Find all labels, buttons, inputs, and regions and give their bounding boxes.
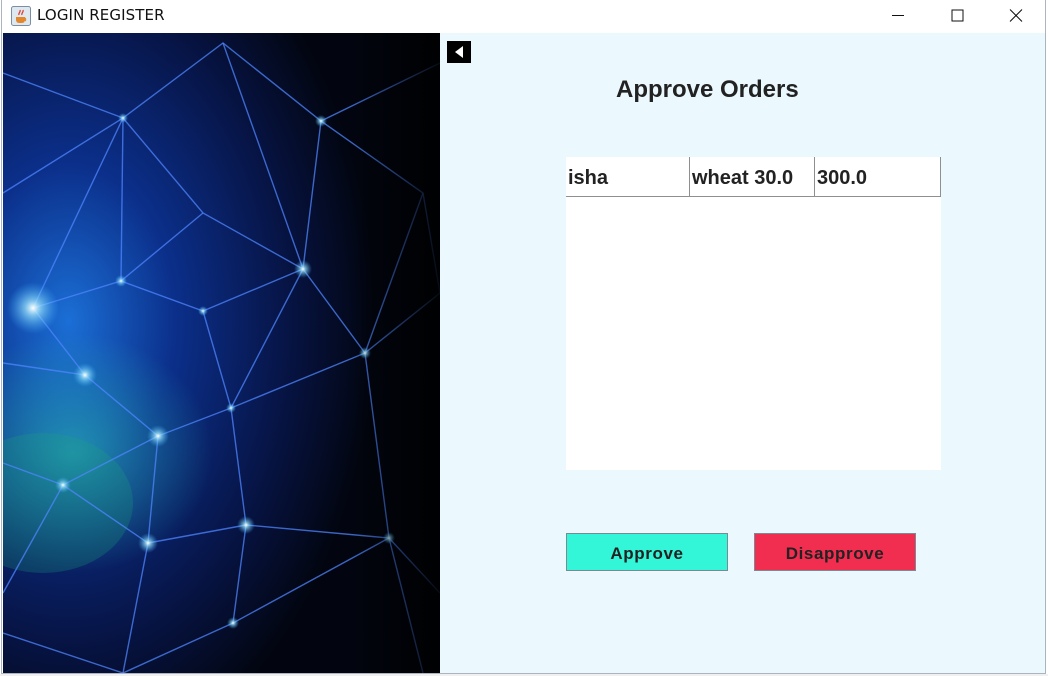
java-cup-icon	[11, 6, 31, 26]
approve-orders-panel: Approve Orders isha wheat 30.0 300.0 App…	[440, 33, 1045, 673]
minimize-icon	[892, 15, 904, 16]
order-name-cell[interactable]: isha	[566, 157, 690, 196]
order-amount-cell[interactable]: 300.0	[815, 157, 941, 196]
minimize-button[interactable]	[875, 0, 921, 33]
orders-table[interactable]: isha wheat 30.0 300.0	[566, 157, 941, 470]
maximize-icon	[951, 9, 964, 22]
back-button[interactable]	[447, 41, 471, 63]
table-row[interactable]: isha wheat 30.0 300.0	[566, 157, 941, 197]
close-button[interactable]	[993, 0, 1039, 33]
page-title: Approve Orders	[616, 76, 799, 103]
window-title: LOGIN REGISTER	[37, 6, 165, 24]
abstract-blue-network-image	[3, 33, 440, 673]
app-window: LOGIN REGISTER Approve Orders isha wheat…	[1, 0, 1046, 674]
maximize-button[interactable]	[934, 0, 980, 33]
title-bar[interactable]: LOGIN REGISTER	[2, 0, 1045, 33]
close-icon	[1009, 9, 1023, 22]
approve-button[interactable]: Approve	[566, 533, 728, 571]
back-arrow-icon	[455, 46, 463, 58]
order-item-cell[interactable]: wheat 30.0	[690, 157, 815, 196]
disapprove-button[interactable]: Disapprove	[754, 533, 916, 571]
